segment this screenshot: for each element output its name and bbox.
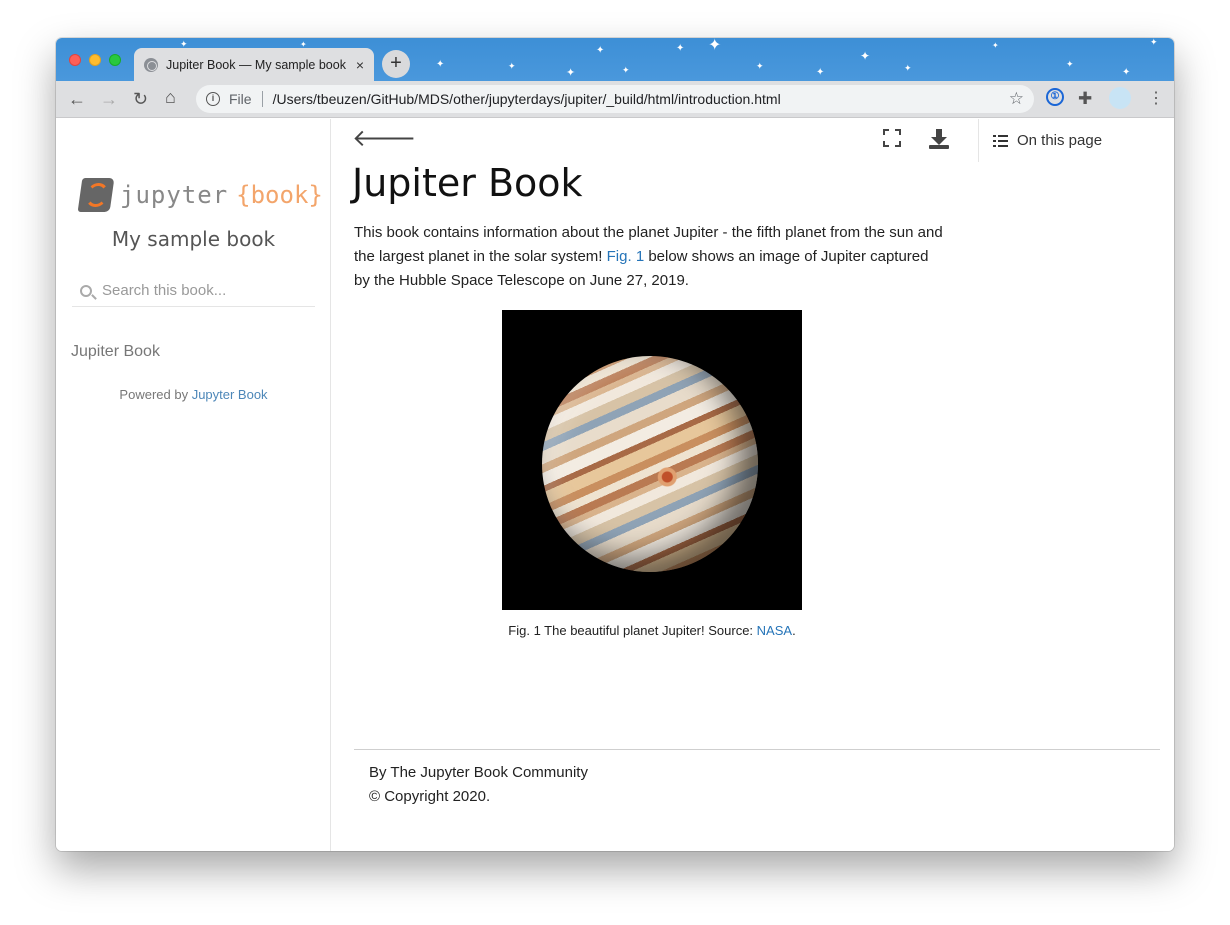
- on-this-page-label: On this page: [1017, 132, 1103, 149]
- download-icon[interactable]: [928, 128, 950, 150]
- search-box[interactable]: [72, 275, 315, 307]
- powered-by-prefix: Powered by: [119, 387, 192, 402]
- star-decoration: ✦: [816, 67, 825, 78]
- star-decoration: ✦: [436, 59, 445, 70]
- forward-icon[interactable]: →: [100, 88, 118, 110]
- star-decoration: ✦: [992, 41, 999, 50]
- footer-author: By The Jupyter Book Community: [369, 764, 588, 781]
- close-window-button[interactable]: [69, 54, 81, 66]
- toggle-sidebar-arrow-icon[interactable]: 🡐: [352, 127, 416, 151]
- tab-close-icon[interactable]: ×: [356, 57, 364, 73]
- search-input[interactable]: [102, 282, 302, 299]
- star-icon[interactable]: ☆: [1009, 89, 1024, 109]
- sidebar-item-jupiter-book[interactable]: Jupiter Book: [71, 343, 160, 361]
- info-icon[interactable]: i: [206, 92, 220, 106]
- minimize-window-button[interactable]: [89, 54, 101, 66]
- figure-caption: Fig. 1 The beautiful planet Jupiter! Sou…: [402, 623, 902, 638]
- star-decoration: ✦: [708, 38, 722, 54]
- caption-suffix: .: [792, 623, 796, 638]
- jupyter-book-logo[interactable]: jupyter {book}: [77, 175, 323, 215]
- browser-toolbar: ← → ↻ ⌂ i File /Users/tbeuzen/GitHub/MDS…: [56, 81, 1174, 118]
- maximize-window-button[interactable]: [109, 54, 121, 66]
- site-title: My sample book: [111, 227, 276, 251]
- caption-source-link[interactable]: NASA: [757, 623, 792, 638]
- back-icon[interactable]: ←: [68, 88, 86, 110]
- star-decoration: ✦: [508, 61, 516, 71]
- browser-window: ✦ ✦ ✦ ✦ ✦ ✦ ✦ ✦ ✦ ✦ ✦ ✦ ✦ ✦ ✦ ✦ ✦ Jupite…: [56, 38, 1174, 851]
- star-decoration: ✦: [1066, 59, 1074, 69]
- caption-text: Fig. 1 The beautiful planet Jupiter! Sou…: [508, 623, 757, 638]
- footer-copyright: © Copyright 2020.: [369, 788, 491, 805]
- new-tab-button[interactable]: +: [382, 50, 410, 78]
- fullscreen-icon[interactable]: [883, 129, 901, 147]
- page-content: jupyter {book} My sample book Jupiter Bo…: [56, 119, 1174, 851]
- list-icon: [993, 134, 1008, 147]
- star-decoration: ✦: [676, 43, 685, 54]
- home-icon[interactable]: ⌂: [165, 86, 176, 108]
- sidebar: jupyter {book} My sample book Jupiter Bo…: [56, 119, 331, 851]
- star-decoration: ✦: [1150, 38, 1158, 47]
- search-icon: [80, 284, 92, 297]
- url-text[interactable]: /Users/tbeuzen/GitHub/MDS/other/jupyterd…: [273, 91, 1009, 107]
- tab-active[interactable]: Jupiter Book — My sample book ×: [134, 48, 374, 81]
- logo-word: jupyter: [120, 181, 229, 209]
- book-logo-icon: [77, 178, 115, 212]
- star-decoration: ✦: [756, 61, 764, 71]
- tab-bar: ✦ ✦ ✦ ✦ ✦ ✦ ✦ ✦ ✦ ✦ ✦ ✦ ✦ ✦ ✦ ✦ ✦ Jupite…: [56, 38, 1174, 81]
- star-decoration: ✦: [860, 49, 871, 63]
- jupiter-image: [502, 310, 802, 610]
- on-this-page-toggle[interactable]: On this page: [993, 132, 1102, 149]
- powered-by-link[interactable]: Jupyter Book: [192, 387, 268, 402]
- url-scheme: File: [229, 91, 252, 107]
- star-decoration: ✦: [596, 45, 605, 56]
- profile-icon[interactable]: [1109, 87, 1131, 109]
- star-decoration: ✦: [566, 67, 576, 79]
- extensions-icon[interactable]: ✚: [1078, 89, 1092, 109]
- tab-title: Jupiter Book — My sample book: [166, 57, 346, 72]
- footer: By The Jupyter Book Community © Copyrigh…: [369, 761, 588, 809]
- intro-paragraph: This book contains information about the…: [354, 221, 944, 293]
- globe-icon: [144, 57, 158, 72]
- planet-jupiter: [542, 356, 758, 572]
- menu-icon[interactable]: ⋮: [1148, 89, 1164, 109]
- toc-divider: [978, 119, 979, 162]
- reload-icon[interactable]: ↻: [133, 88, 148, 110]
- page-title: Jupiter Book: [352, 161, 583, 205]
- address-bar[interactable]: i File /Users/tbeuzen/GitHub/MDS/other/j…: [196, 85, 1034, 113]
- star-decoration: ✦: [904, 63, 912, 73]
- powered-by: Powered by Jupyter Book: [56, 387, 331, 402]
- star-decoration: ✦: [622, 65, 630, 75]
- footer-divider: [354, 749, 1160, 750]
- password-manager-icon[interactable]: ①: [1046, 88, 1064, 106]
- star-decoration: ✦: [1122, 67, 1131, 78]
- logo-book-word: {book}: [236, 181, 323, 209]
- url-separator: [261, 91, 263, 107]
- figure-reference-link[interactable]: Fig. 1: [607, 248, 645, 265]
